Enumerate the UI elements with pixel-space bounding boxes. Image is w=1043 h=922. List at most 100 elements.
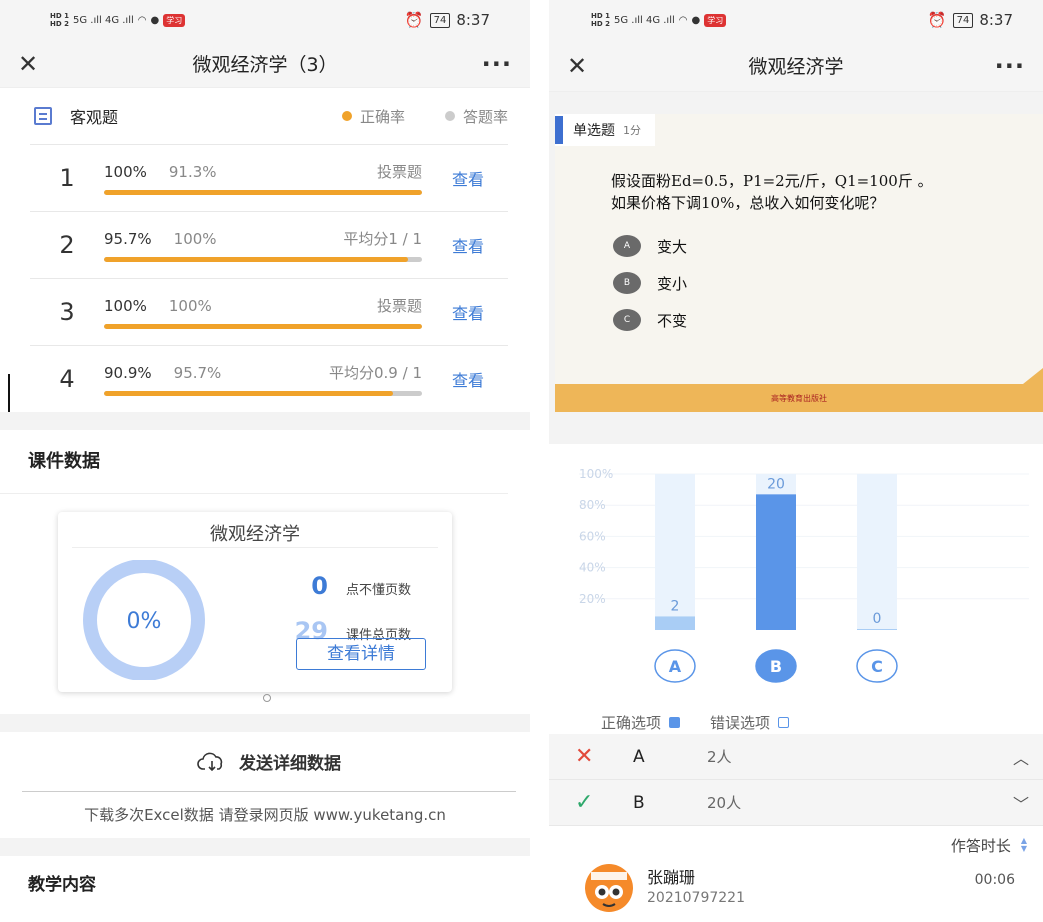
clock: 8:37 <box>456 11 490 29</box>
publisher-logo: 高等教育出版社 <box>771 393 827 403</box>
progress-bar <box>104 391 422 396</box>
courseware-carousel: 微观经济学 0% 0 点不懂页数 29 课件总页数 查看详情 <box>0 494 530 714</box>
page-title: 微观经济学 <box>748 56 844 78</box>
question-type-label: 单选题 <box>573 123 615 139</box>
right-screen: HD 1 HD 2 5G .ıll 4G .ıll ◠ ● 学习 ⏰ 74 8:… <box>549 0 1043 922</box>
question-tag: 单选题 1分 <box>555 114 655 146</box>
answer-duration: 00:06 <box>974 872 1015 888</box>
cloud-download-icon <box>197 752 223 771</box>
legend-answer-label: 答题率 <box>462 107 508 126</box>
close-icon[interactable]: ✕ <box>18 50 58 78</box>
wifi-icon: ◠ <box>137 14 147 26</box>
question-stats: 100% 91.3% 投票题 <box>104 161 422 195</box>
app-badge: 学习 <box>704 13 727 27</box>
question-row: 3 100% 100% 投票题 查看 <box>30 278 508 345</box>
answer-rate: 100% <box>173 230 217 248</box>
objective-header: 客观题 正确率 答题率 <box>0 88 530 144</box>
correct-rate: 95.7% <box>104 230 152 248</box>
more-icon[interactable]: ··· <box>472 50 512 78</box>
chevron-down-icon[interactable]: ﹀ <box>1013 791 1029 815</box>
chevron-up-icon[interactable]: ︿ <box>1013 745 1029 769</box>
bar-chart: 100% 80% 60% 40% 20% 2 A 20 B 0 C <box>579 467 1029 683</box>
hd1-label: HD 1 <box>50 12 69 20</box>
legend-correct-label: 正确选项 <box>601 714 662 732</box>
status-left: HD 1 HD 2 5G .ıll 4G .ıll ◠ ● 学习 <box>50 12 186 28</box>
excel-note: 下载多次Excel数据 请登录网页版 www.yuketang.cn <box>84 806 446 824</box>
progress-fill <box>104 391 394 396</box>
check-icon: ✓ <box>575 790 594 815</box>
courseware-card[interactable]: 微观经济学 0% 0 点不懂页数 29 课件总页数 查看详情 <box>58 512 452 692</box>
section-divider <box>0 838 530 856</box>
answer-row-b[interactable]: ✓ B 20人 ﹀ <box>549 780 1043 826</box>
status-right: ⏰ 74 8:37 <box>405 11 490 29</box>
category-label: A <box>669 657 682 676</box>
screen-gutter <box>530 0 549 922</box>
avatar-face-icon <box>591 872 627 907</box>
correct-rate: 100% <box>104 297 147 315</box>
option-letter: C <box>613 309 641 331</box>
clock: 8:37 <box>979 11 1013 29</box>
view-details-button[interactable]: 查看详情 <box>296 638 426 670</box>
carousel-dot[interactable] <box>263 694 271 702</box>
more-icon[interactable]: ··· <box>985 52 1025 80</box>
question-row: 1 100% 91.3% 投票题 查看 <box>30 144 508 211</box>
close-icon[interactable]: ✕ <box>567 52 607 80</box>
student-id: 20210797221 <box>647 890 745 906</box>
answer-letter: A <box>633 746 645 767</box>
option-text: 变大 <box>657 237 688 256</box>
y-tick-label: 40% <box>579 561 606 575</box>
student-row[interactable]: 张蹦珊 20210797221 00:06 <box>549 864 1043 914</box>
hd2-label: HD 2 <box>591 20 610 28</box>
option-a: A 变大 <box>613 235 687 257</box>
option-b: B 变小 <box>613 272 687 294</box>
answer-chart: 100% 80% 60% 40% 20% 2 A 20 B 0 C 正确选项 错误选项 <box>549 444 1043 734</box>
question-row: 2 95.7% 100% 平均分1 / 1 查看 <box>30 211 508 278</box>
battery-indicator: 74 <box>429 12 451 28</box>
question-number: 2 <box>59 231 75 259</box>
not-understood-stat: 0 点不懂页数 <box>288 572 411 600</box>
app-icon: ● <box>691 14 701 26</box>
bar <box>655 616 695 630</box>
option-c: C 不变 <box>613 309 687 331</box>
question-type: 平均分1 / 1 <box>343 230 422 248</box>
sort-by-time[interactable]: 作答时长 ▲ ▼ <box>549 826 1043 864</box>
not-understood-count: 0 <box>311 572 328 600</box>
correct-swatch-icon <box>669 717 681 728</box>
view-link[interactable]: 查看 <box>452 300 484 324</box>
slide-area: 单选题 1分 假设面粉Ed=0.5，P1=2元/斤，Q1=100斤 。 如果价格… <box>549 92 1043 444</box>
answer-count: 2人 <box>707 748 732 766</box>
correct-rate: 100% <box>104 163 147 181</box>
teaching-content-title: 教学内容 <box>28 875 96 895</box>
question-line-2: 如果价格下调10%，总收入如何变化呢？ <box>611 194 885 212</box>
alarm-icon: ⏰ <box>404 11 424 29</box>
view-link[interactable]: 查看 <box>452 233 484 257</box>
question-number: 3 <box>59 298 75 326</box>
question-number: 4 <box>59 365 75 393</box>
progress-bar <box>104 324 422 329</box>
legend-correct-option: 正确选项 <box>601 712 681 733</box>
legend-correct: 正确率 <box>341 106 405 127</box>
hd1-label: HD 1 <box>591 12 610 20</box>
question-list: 1 100% 91.3% 投票题 查看 2 95.7% 100% 平均分1 / … <box>0 144 530 412</box>
donut-chart: 0% <box>83 560 205 680</box>
nav-bar: ✕ 微观经济学（3） ··· <box>0 40 530 88</box>
answer-count: 20人 <box>707 794 742 812</box>
view-link[interactable]: 查看 <box>452 367 484 391</box>
progress-bar <box>104 190 422 195</box>
y-tick-label: 60% <box>579 529 606 543</box>
correct-rate: 90.9% <box>104 364 152 382</box>
bar <box>756 494 796 630</box>
view-link[interactable]: 查看 <box>452 166 484 190</box>
legend-wrong-option: 错误选项 <box>710 712 790 733</box>
question-text: 假设面粉Ed=0.5，P1=2元/斤，Q1=100斤 。 如果价格下调10%，总… <box>611 170 933 214</box>
question-slide[interactable]: 单选题 1分 假设面粉Ed=0.5，P1=2元/斤，Q1=100斤 。 如果价格… <box>555 114 1043 412</box>
option-text: 变小 <box>657 274 688 293</box>
progress-bar <box>104 257 422 262</box>
gray-dot-icon <box>444 111 455 121</box>
cross-icon: ✕ <box>575 744 594 769</box>
send-data-button[interactable]: 发送详细数据 <box>22 732 516 792</box>
bar-value-label: 2 <box>671 598 680 614</box>
question-stats: 90.9% 95.7% 平均分0.9 / 1 <box>104 362 422 396</box>
question-type: 投票题 <box>376 297 422 315</box>
answer-row-a[interactable]: ✕ A 2人 ︿ <box>549 734 1043 780</box>
